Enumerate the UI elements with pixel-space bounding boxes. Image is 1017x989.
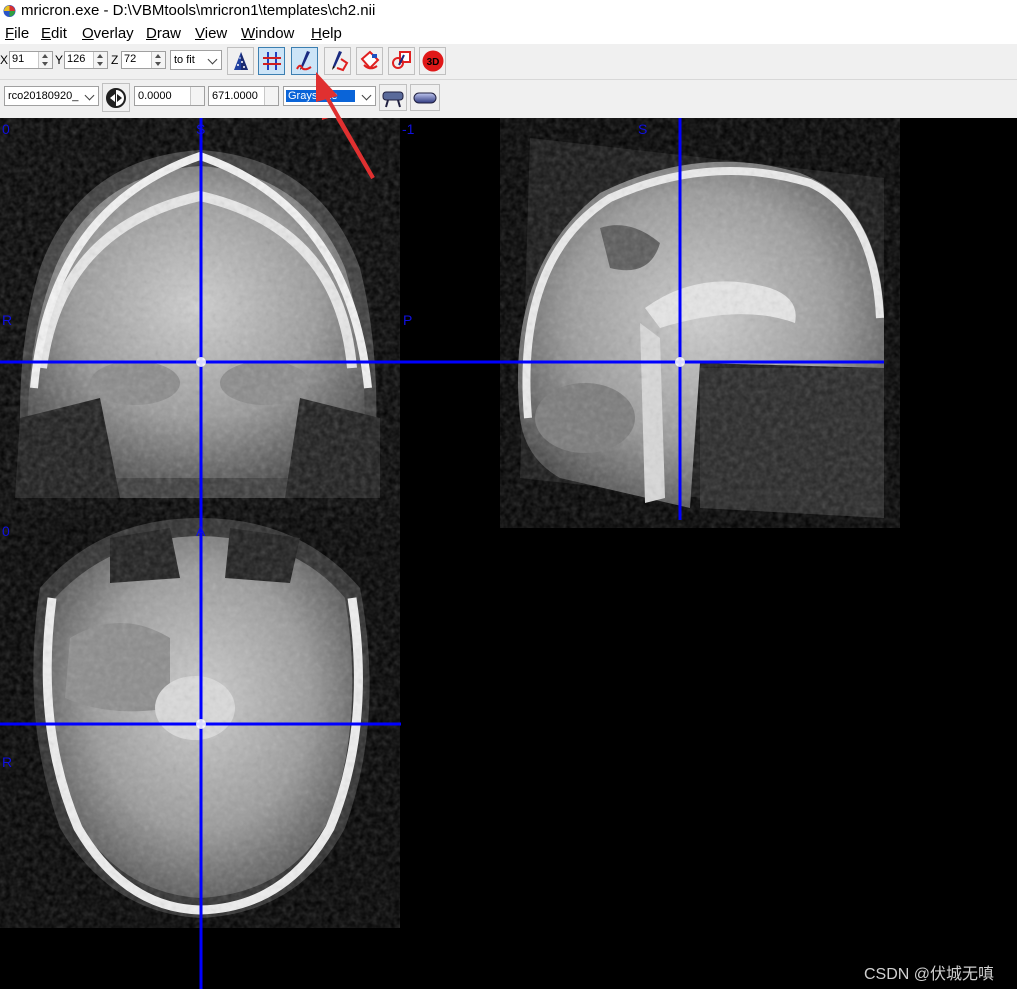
axial-label-right: R [2, 754, 13, 770]
axial-label-anterior: A [196, 523, 206, 539]
axial-label-top-left: 0 [2, 523, 10, 539]
image-viewer[interactable]: 0 S R -1 S P 0 A R [0, 118, 1017, 989]
watermark-text: CSDN @伏城无嗔 [864, 966, 995, 983]
brain-slices [0, 118, 900, 989]
annotation-arrow-top [316, 72, 375, 179]
sagittal-label-posterior: P [403, 312, 413, 328]
coronal-label-right: R [2, 312, 13, 328]
